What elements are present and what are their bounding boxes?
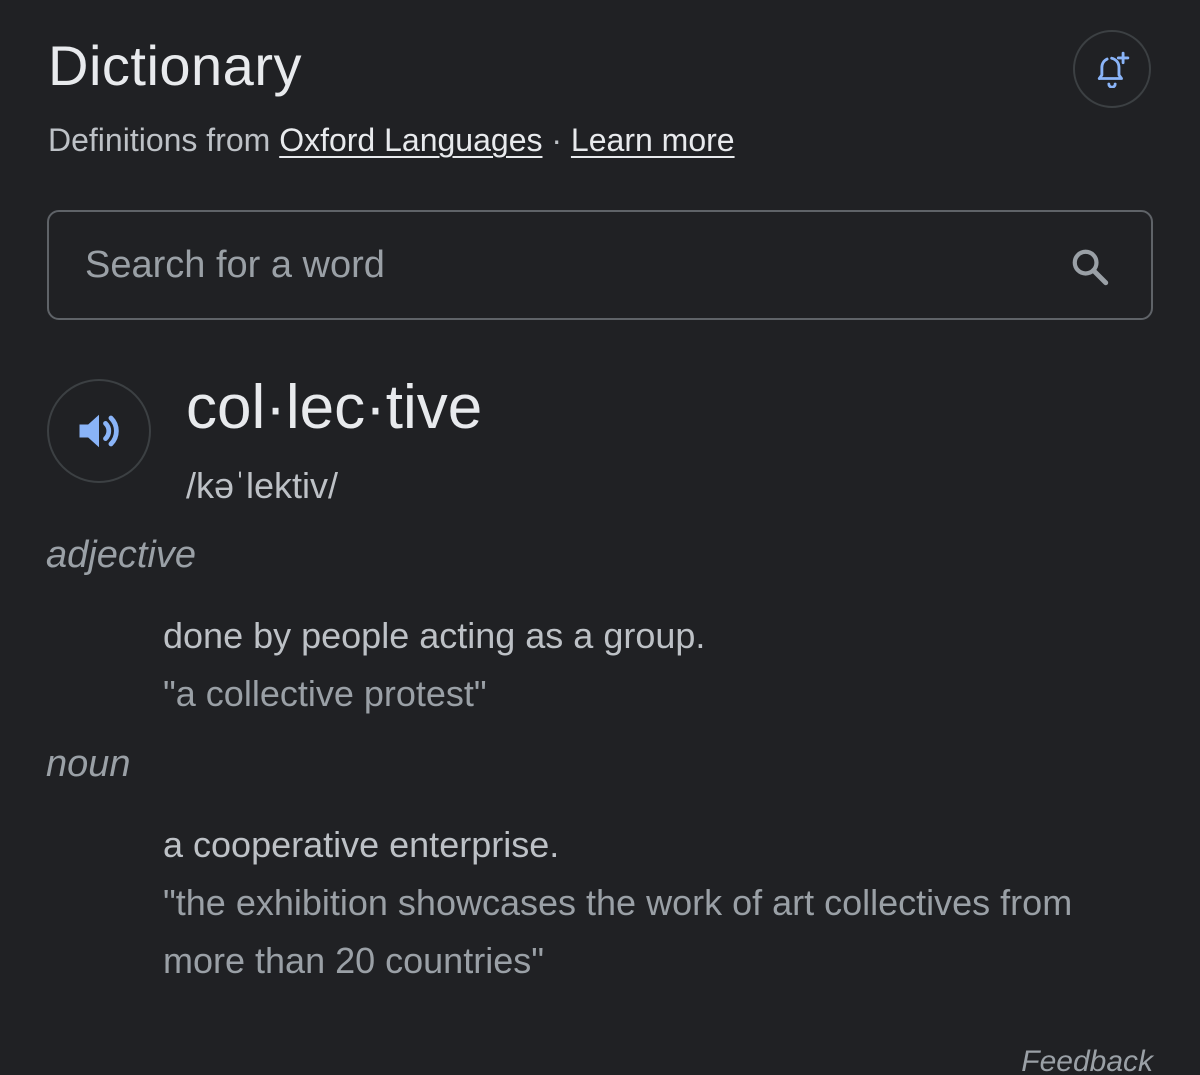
example-adjective: "a collective protest"	[163, 673, 487, 714]
phonetic-transcription: /kəˈlektiv/	[186, 465, 339, 506]
part-of-speech-noun: noun	[46, 743, 131, 785]
oxford-languages-link[interactable]: Oxford Languages	[279, 122, 542, 158]
separator-dot: ·	[542, 122, 571, 158]
example-noun: "the exhibition showcases the work of ar…	[163, 882, 1073, 981]
learn-more-link[interactable]: Learn more	[571, 122, 735, 158]
add-alert-icon	[1097, 51, 1130, 88]
search-box	[47, 210, 1153, 320]
search-input[interactable]	[85, 212, 1045, 318]
part-of-speech-adjective: adjective	[46, 534, 196, 576]
feedback-link[interactable]: Feedback	[1021, 1042, 1153, 1075]
create-alert-button[interactable]	[1073, 30, 1151, 108]
definition-adjective: done by people acting as a group.	[163, 615, 706, 656]
source-line: Definitions from Oxford Languages · Lear…	[48, 120, 735, 160]
search-icon[interactable]	[1069, 246, 1111, 288]
definition-noun: a cooperative enterprise.	[163, 824, 560, 865]
speaker-icon	[79, 414, 119, 448]
headword: col·lec·tive	[186, 373, 483, 442]
source-prefix: Definitions from	[48, 122, 280, 158]
page-title: Dictionary	[48, 34, 302, 97]
pronunciation-audio-button[interactable]	[47, 379, 151, 483]
